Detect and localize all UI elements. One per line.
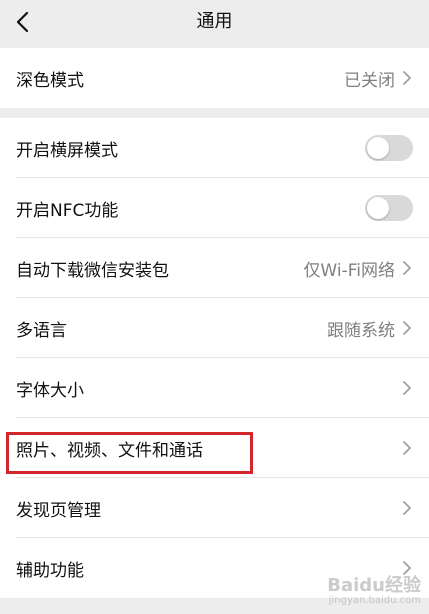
toggle-knob bbox=[367, 197, 389, 219]
setting-row-1[interactable]: 开启横屏模式 bbox=[0, 118, 429, 178]
setting-label: 辅助功能 bbox=[16, 560, 84, 581]
page-title: 通用 bbox=[196, 11, 233, 32]
chevron-right-icon bbox=[403, 441, 411, 455]
chevron-right-icon bbox=[403, 561, 411, 575]
setting-row-6[interactable]: 照片、视频、文件和通话 bbox=[0, 418, 429, 478]
setting-value: 跟随系统 bbox=[327, 320, 395, 341]
toggle-knob bbox=[367, 137, 389, 159]
settings-general-page: 通用 深色模式 已关闭 开启横屏模式 开启NFC功能自动下载微信安装包 仅Wi-Fi… bbox=[0, 0, 429, 614]
setting-row-8[interactable]: 辅助功能 bbox=[0, 538, 429, 598]
chevron-right-icon bbox=[403, 71, 411, 85]
dark-mode-row[interactable]: 深色模式 已关闭 bbox=[0, 48, 429, 108]
setting-label: 发现页管理 bbox=[16, 500, 101, 521]
setting-label: 照片、视频、文件和通话 bbox=[16, 440, 203, 461]
setting-label: 多语言 bbox=[16, 320, 67, 341]
setting-row-4[interactable]: 多语言 跟随系统 bbox=[0, 298, 429, 358]
dark-mode-label: 深色模式 bbox=[16, 70, 84, 91]
setting-row-2[interactable]: 开启NFC功能 bbox=[0, 178, 429, 238]
chevron-right-icon bbox=[403, 501, 411, 515]
setting-label: 字体大小 bbox=[16, 380, 84, 401]
setting-value: 仅Wi-Fi网络 bbox=[303, 260, 395, 281]
setting-row-5[interactable]: 字体大小 bbox=[0, 358, 429, 418]
chevron-right-icon bbox=[403, 261, 411, 275]
chevron-right-icon bbox=[403, 381, 411, 395]
dark-mode-group: 深色模式 已关闭 bbox=[0, 48, 429, 108]
chevron-right-icon bbox=[403, 321, 411, 335]
settings-list: 开启横屏模式 开启NFC功能自动下载微信安装包 仅Wi-Fi网络多语言 跟随系统字体大… bbox=[0, 118, 429, 598]
setting-label: 自动下载微信安装包 bbox=[16, 260, 169, 281]
setting-label: 开启NFC功能 bbox=[16, 200, 119, 221]
toggle-switch[interactable] bbox=[365, 195, 413, 221]
setting-label: 开启横屏模式 bbox=[16, 140, 118, 161]
toggle-switch[interactable] bbox=[365, 135, 413, 161]
setting-row-3[interactable]: 自动下载微信安装包 仅Wi-Fi网络 bbox=[0, 238, 429, 298]
setting-row-7[interactable]: 发现页管理 bbox=[0, 478, 429, 538]
dark-mode-value: 已关闭 bbox=[344, 70, 395, 91]
nav-bar: 通用 bbox=[0, 0, 429, 46]
